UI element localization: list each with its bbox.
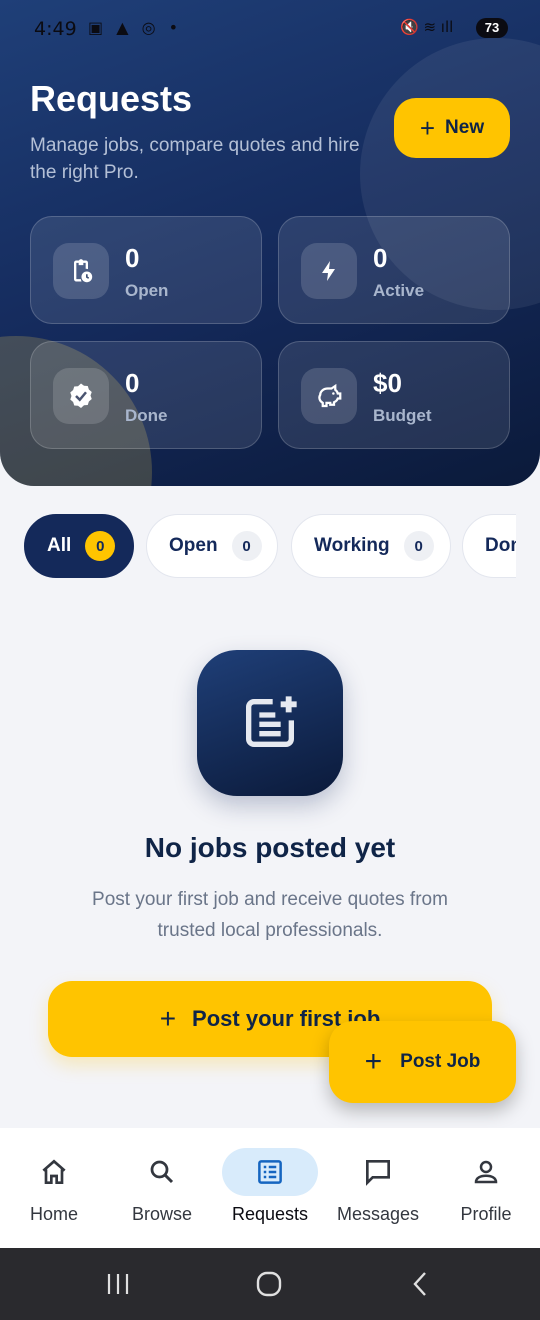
system-nav-bar — [0, 1248, 540, 1320]
filter-chip-all[interactable]: All 0 — [24, 514, 134, 578]
home-button-icon[interactable] — [249, 1266, 289, 1302]
status-time: 4:49 — [34, 18, 77, 40]
post-job-fab[interactable]: + Post Job — [329, 1021, 516, 1103]
nav-label: Requests — [231, 1204, 309, 1224]
page-subtitle: Manage jobs, compare quotes and hire the… — [30, 135, 360, 183]
piggy-bank-icon — [301, 368, 357, 424]
battery-icon: 73 — [476, 18, 508, 38]
empty-state-title: No jobs posted yet — [144, 832, 396, 863]
header: 4:49 ▣ ▲ ◎ • 🔇 ≋ ıll 73 Requests Manage … — [0, 0, 540, 486]
nav-label: Messages — [336, 1204, 420, 1224]
stat-value: 0 — [125, 368, 140, 398]
post-add-icon — [197, 650, 343, 796]
new-button-label: New — [445, 117, 485, 138]
stat-card-open[interactable]: 0 Open — [30, 216, 262, 324]
chip-count: 0 — [231, 531, 262, 561]
nav-label: Home — [29, 1204, 78, 1224]
stat-card-budget[interactable]: $0 Budget — [278, 341, 510, 449]
stat-value: 0 — [125, 243, 140, 273]
chip-label: Don — [485, 535, 516, 556]
nav-item-profile[interactable]: Profile — [432, 1128, 540, 1248]
chip-count: 0 — [403, 531, 434, 561]
person-icon — [438, 1148, 534, 1196]
nav-label: Browse — [131, 1204, 193, 1224]
nav-item-requests[interactable]: Requests — [216, 1128, 324, 1248]
status-bar: 4:49 ▣ ▲ ◎ • 🔇 ≋ ıll 73 — [0, 0, 540, 56]
nav-item-home[interactable]: Home — [0, 1128, 108, 1248]
nav-label: Profile — [460, 1204, 512, 1224]
clipboard-clock-icon — [53, 243, 109, 299]
stat-value: $0 — [373, 368, 402, 398]
plus-icon: + — [159, 1003, 177, 1034]
empty-state-text: Post your first job and receive quotes f… — [92, 889, 448, 941]
nav-item-messages[interactable]: Messages — [324, 1128, 432, 1248]
stat-label: Open — [125, 281, 169, 300]
new-request-button[interactable]: + New — [394, 98, 510, 158]
chip-label: All — [47, 535, 72, 556]
filter-chip-working[interactable]: Working 0 — [291, 514, 451, 578]
stat-label: Active — [373, 281, 425, 300]
stat-label: Budget — [373, 406, 432, 425]
search-icon — [114, 1148, 210, 1196]
plus-icon: + — [364, 1045, 383, 1078]
chip-label: Open — [169, 535, 218, 556]
bottom-nav: Home Browse Requests Messages Profile — [0, 1128, 540, 1248]
stat-label: Done — [125, 406, 168, 425]
notification-icons: ▣ ▲ ◎ • — [88, 18, 183, 37]
post-job-label: Post Job — [400, 1051, 481, 1072]
filter-chip-done[interactable]: Don — [462, 514, 516, 578]
message-icon — [330, 1148, 426, 1196]
back-icon[interactable] — [400, 1266, 440, 1302]
recent-apps-icon[interactable] — [98, 1266, 138, 1302]
plus-icon: + — [419, 113, 436, 143]
chip-count: 0 — [85, 531, 116, 561]
home-icon — [6, 1148, 102, 1196]
verified-badge-icon — [53, 368, 109, 424]
nav-item-browse[interactable]: Browse — [108, 1128, 216, 1248]
filter-tabs: All 0 Open 0 Working 0 Don — [24, 514, 516, 580]
stat-card-done[interactable]: 0 Done — [30, 341, 262, 449]
list-alt-icon — [222, 1148, 318, 1196]
bolt-icon — [301, 243, 357, 299]
page-title: Requests — [30, 78, 193, 119]
signal-icons: 🔇 ≋ ıll — [400, 18, 454, 36]
stat-value: 0 — [373, 243, 388, 273]
chip-label: Working — [314, 535, 390, 556]
stat-card-active[interactable]: 0 Active — [278, 216, 510, 324]
filter-chip-open[interactable]: Open 0 — [146, 514, 278, 578]
